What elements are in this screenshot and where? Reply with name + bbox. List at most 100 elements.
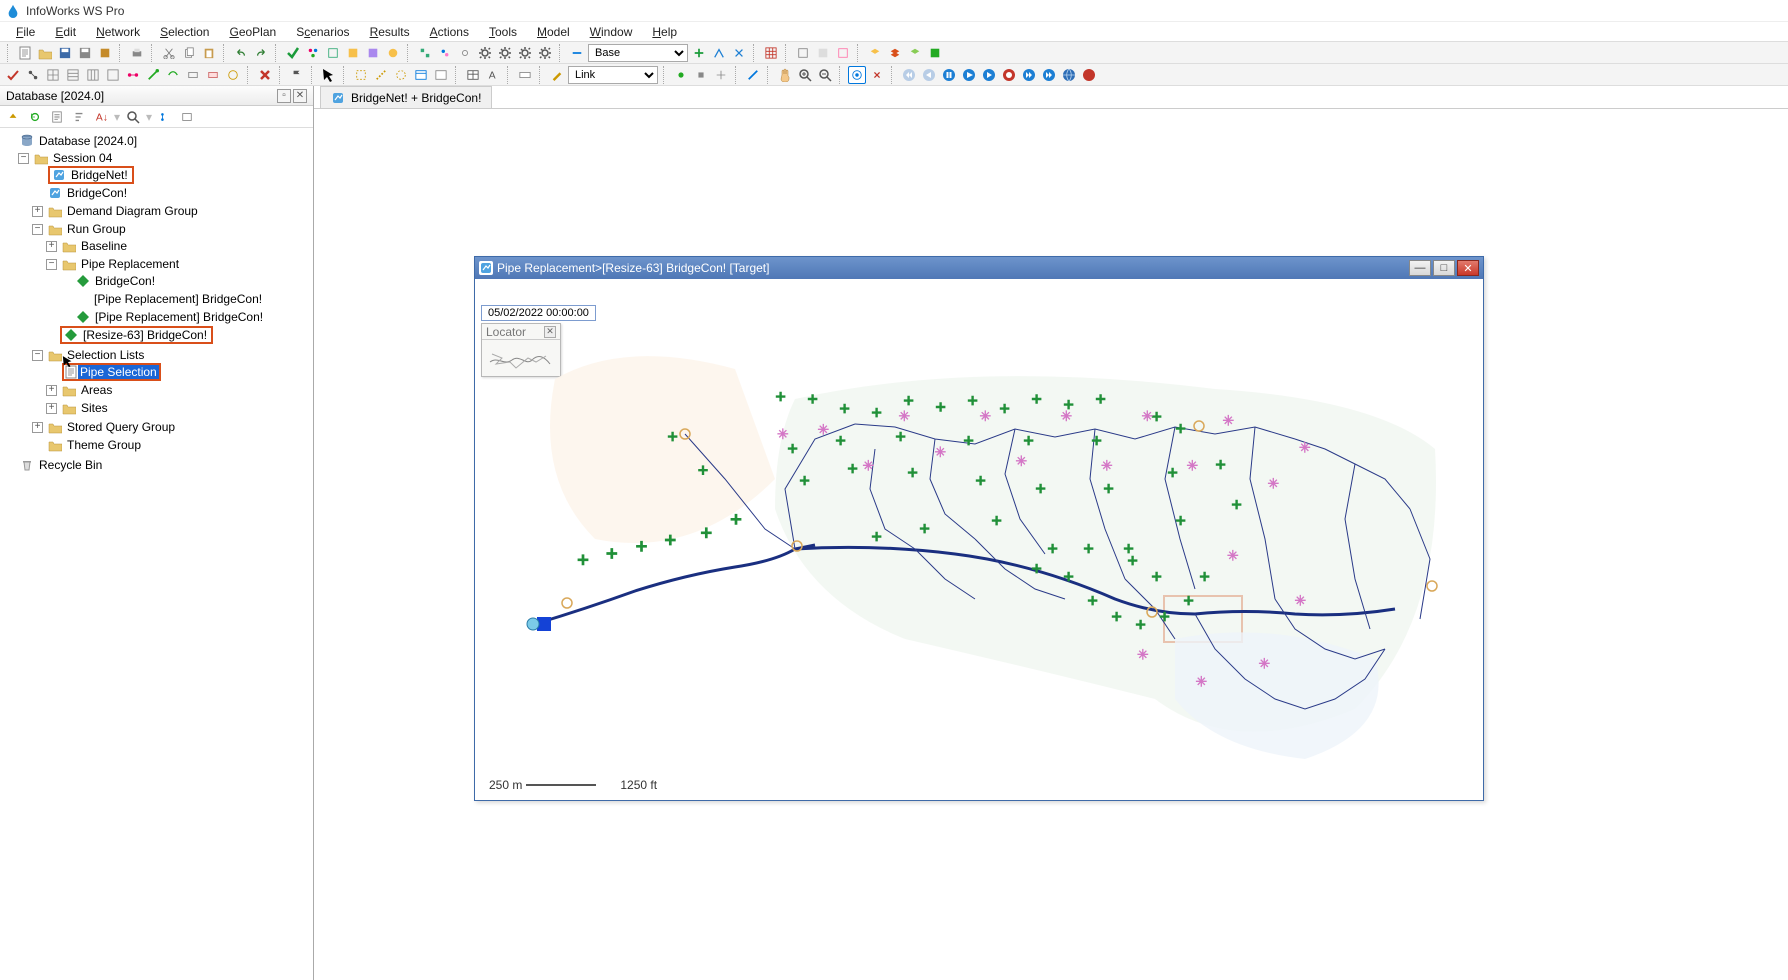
document-tab[interactable]: BridgeNet! + BridgeCon! [320, 86, 492, 108]
geoplan-window[interactable]: Pipe Replacement>[Resize-63] BridgeCon! … [474, 256, 1484, 801]
tb-theme1[interactable] [304, 44, 322, 62]
tb-view2[interactable] [814, 44, 832, 62]
tb-grid3[interactable] [84, 66, 102, 84]
tb-gear4[interactable] [536, 44, 554, 62]
tb-ff2[interactable] [1040, 66, 1058, 84]
tb-target[interactable] [848, 66, 866, 84]
tb-selp1[interactable] [352, 66, 370, 84]
tb-validate[interactable] [284, 44, 302, 62]
tb-theme3[interactable] [344, 44, 362, 62]
tb-snap1[interactable] [672, 66, 690, 84]
tree-rungroup[interactable]: Run Group [65, 222, 128, 236]
tb-flag[interactable] [288, 66, 306, 84]
tree-bridgecon[interactable]: BridgeCon! [65, 186, 129, 200]
expander[interactable]: + [46, 241, 57, 252]
tb-scnmerge[interactable] [730, 44, 748, 62]
tree-pipe-selection[interactable]: Pipe Selection [78, 365, 159, 379]
tree-pr-bcon1[interactable]: BridgeCon! [93, 274, 157, 288]
tb-ff[interactable] [1020, 66, 1038, 84]
db-new[interactable] [48, 108, 66, 126]
tree-sel-lists[interactable]: Selection Lists [65, 348, 146, 362]
tb-rewind[interactable] [900, 66, 918, 84]
tb-props[interactable] [412, 66, 430, 84]
tb-selp2[interactable] [372, 66, 390, 84]
menu-scenarios[interactable]: Scenarios [286, 23, 359, 41]
menu-edit[interactable]: Edit [45, 23, 86, 41]
expander[interactable]: + [46, 385, 57, 396]
tb-scntree[interactable] [710, 44, 728, 62]
tb-label[interactable] [516, 66, 534, 84]
tb-measure[interactable] [744, 66, 762, 84]
menu-network[interactable]: Network [86, 23, 150, 41]
tree-recycle-bin[interactable]: Recycle Bin [37, 458, 104, 472]
link-select[interactable]: Link [568, 66, 658, 84]
tb-play[interactable] [960, 66, 978, 84]
tb-pointer[interactable] [320, 66, 338, 84]
tb-zoomin[interactable] [796, 66, 814, 84]
expander[interactable]: − [32, 224, 43, 235]
tb-selmode3[interactable] [456, 44, 474, 62]
tb-save2[interactable] [76, 44, 94, 62]
expander[interactable]: + [32, 422, 43, 433]
tree-root[interactable]: Database [2024.0] [37, 134, 139, 148]
tb-layer1[interactable] [866, 44, 884, 62]
menu-tools[interactable]: Tools [479, 23, 527, 41]
tb-commit[interactable] [96, 44, 114, 62]
window-maximize[interactable]: □ [1433, 260, 1455, 276]
menu-help[interactable]: Help [642, 23, 687, 41]
tb-redo[interactable] [252, 44, 270, 62]
tb-selmode1[interactable] [416, 44, 434, 62]
scenario-select[interactable]: Base [588, 44, 688, 62]
db-refresh[interactable] [26, 108, 44, 126]
menu-results[interactable]: Results [360, 23, 420, 41]
tb-conn3[interactable] [164, 66, 182, 84]
tb-pan[interactable] [776, 66, 794, 84]
tb-table[interactable] [464, 66, 482, 84]
menu-file[interactable]: File [6, 23, 45, 41]
tree-pr-bcon2[interactable]: [Pipe Replacement] BridgeCon! [92, 292, 264, 306]
tb-conn2[interactable] [144, 66, 162, 84]
tb-view3[interactable] [834, 44, 852, 62]
tb-snaptool[interactable] [868, 66, 886, 84]
tb-gear[interactable] [476, 44, 494, 62]
db-up[interactable] [4, 108, 22, 126]
tb-layer2[interactable] [886, 44, 904, 62]
tree-sites[interactable]: Sites [79, 401, 110, 415]
tb-pause[interactable] [940, 66, 958, 84]
db-panel-close[interactable]: ✕ [293, 89, 307, 103]
tb-grid2[interactable] [64, 66, 82, 84]
tb-layer3[interactable] [906, 44, 924, 62]
tb-rec[interactable] [1000, 66, 1018, 84]
tb-conn4[interactable] [184, 66, 202, 84]
tb-gear2[interactable] [496, 44, 514, 62]
expander[interactable]: − [46, 259, 57, 270]
tb-delete[interactable] [256, 66, 274, 84]
tb-undo[interactable] [232, 44, 250, 62]
tb-stepback[interactable] [920, 66, 938, 84]
tb-grid4[interactable] [104, 66, 122, 84]
menu-model[interactable]: Model [527, 23, 580, 41]
tb-snap3[interactable] [712, 66, 730, 84]
expander[interactable]: + [32, 206, 43, 217]
db-tree2[interactable] [178, 108, 196, 126]
tb-grid[interactable] [762, 44, 780, 62]
geoplan-titlebar[interactable]: Pipe Replacement>[Resize-63] BridgeCon! … [475, 257, 1483, 279]
db-tree[interactable]: Database [2024.0] −Session 04 BridgeNet!… [0, 128, 313, 980]
tree-areas[interactable]: Areas [79, 383, 114, 397]
map-canvas[interactable]: 05/02/2022 00:00:00 Locator✕ [475, 279, 1483, 800]
db-panel-header[interactable]: Database [2024.0] ▫ ✕ [0, 86, 313, 106]
tb-nodes[interactable] [24, 66, 42, 84]
tb-cut[interactable] [160, 44, 178, 62]
tb-new[interactable] [16, 44, 34, 62]
tree-pipe-repl[interactable]: Pipe Replacement [79, 257, 181, 271]
tb-addscn[interactable] [690, 44, 708, 62]
tb-gear3[interactable] [516, 44, 534, 62]
expander[interactable]: − [18, 153, 29, 164]
tb-run1[interactable] [568, 44, 586, 62]
window-minimize[interactable]: — [1409, 260, 1431, 276]
tree-pr-bcon3[interactable]: [Pipe Replacement] BridgeCon! [93, 310, 265, 324]
expander[interactable]: + [46, 403, 57, 414]
tb-conn6[interactable] [224, 66, 242, 84]
tree-pr-resize[interactable]: [Resize-63] BridgeCon! [81, 328, 209, 342]
db-panel-popout[interactable]: ▫ [277, 89, 291, 103]
